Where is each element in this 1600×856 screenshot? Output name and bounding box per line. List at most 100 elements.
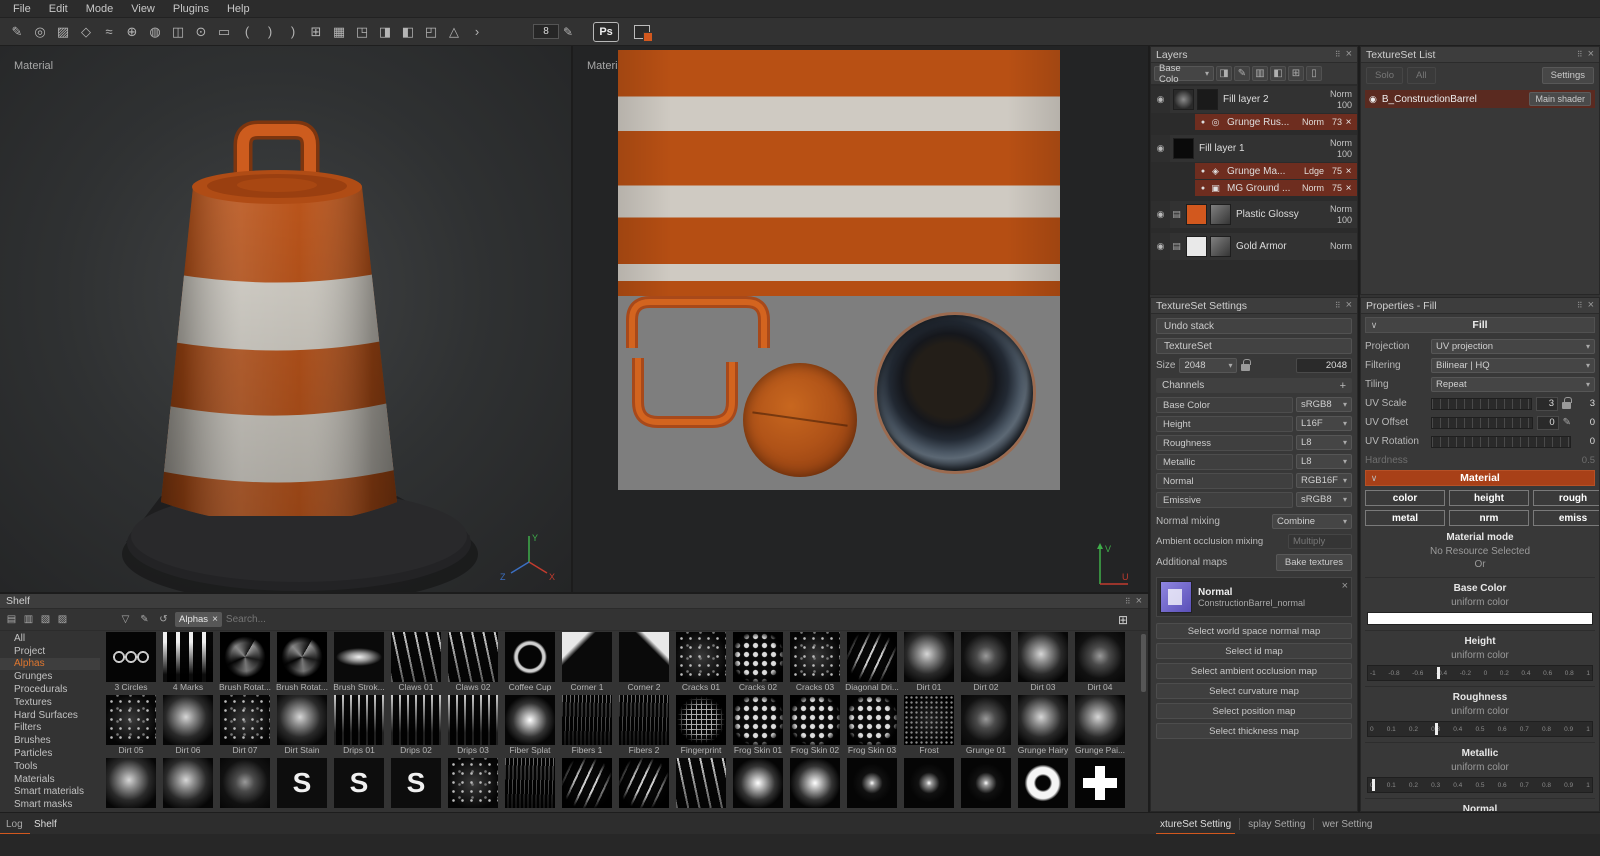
shelf-item[interactable] [161,758,215,812]
pencil-icon[interactable]: ✎ [563,25,573,39]
shelf-item[interactable] [731,758,785,812]
channel-toggle[interactable]: nrm [1449,510,1529,526]
pencil-icon[interactable]: ✎ [1563,417,1571,428]
folder-icon[interactable]: ▤ [1170,241,1183,252]
shelf-item[interactable] [389,758,443,812]
shelf-item[interactable] [218,758,272,812]
visibility-icon[interactable]: ◉ [1157,241,1165,252]
alpha-thumbnail[interactable] [106,695,156,745]
tab-display-settings[interactable]: splay Setting [1240,813,1313,835]
menu-item[interactable]: Plugins [164,1,218,17]
viewport-layout-icon[interactable]: ◰ [420,21,442,43]
shelf-category[interactable]: Filters [0,722,100,735]
bake-textures-button[interactable]: Bake textures [1276,554,1352,571]
select-map-button[interactable]: Select id map [1156,643,1352,659]
environment-icon[interactable]: △ [443,21,465,43]
textureset-header[interactable]: TextureSet [1156,338,1352,354]
settings-button[interactable]: Settings [1542,67,1594,84]
layer-row[interactable]: ◉ ▤ Plastic Glossy Norm100 [1151,201,1357,228]
layer-row[interactable]: ◉ Fill layer 1 Norm100 [1151,135,1357,162]
visibility-icon[interactable]: ◉ [1157,143,1165,154]
alpha-thumbnail[interactable] [163,758,213,808]
uv-offset-field[interactable]: 0 [1537,416,1559,430]
uv-canvas[interactable] [618,50,1060,490]
add-effect-icon[interactable]: ✎ [1234,66,1250,81]
alpha-thumbnail[interactable] [904,758,954,808]
tab-viewer-settings[interactable]: wer Setting [1314,813,1380,835]
alpha-thumbnail[interactable] [220,758,270,808]
channel-name-button[interactable]: Metallic [1156,454,1293,470]
slider-handle[interactable] [1372,779,1375,791]
shelf-item[interactable]: Dirt 03 [1016,632,1070,693]
alpha-thumbnail[interactable] [1075,632,1125,682]
shelf-item[interactable]: Coffee Cup [503,632,557,693]
solo-button[interactable]: Solo [1366,67,1403,84]
base-color-swatch[interactable] [1367,612,1593,625]
alpha-thumbnail[interactable] [676,695,726,745]
uv-checker-icon[interactable]: ▦ [328,21,350,43]
select-map-button[interactable]: Select world space normal map [1156,623,1352,639]
shelf-category[interactable]: Smart masks [0,798,100,811]
layer-thumbnail[interactable] [1186,236,1207,257]
blend-mode[interactable]: Norm [1330,241,1352,252]
shelf-category[interactable]: Project [0,645,100,658]
photoshop-export-button[interactable]: Ps [593,22,619,42]
alpha-thumbnail[interactable] [1018,758,1068,808]
shelf-category[interactable]: All [0,632,100,645]
menu-item[interactable]: Help [218,1,259,17]
shelf-item[interactable]: Dirt 01 [902,632,956,693]
close-icon[interactable]: × [1588,49,1594,60]
shelf-category[interactable]: Procedurals [0,683,100,696]
shelf-item[interactable] [560,758,614,812]
channel-format-dropdown[interactable]: L8▾ [1296,454,1352,469]
channel-toggle[interactable]: height [1449,490,1529,506]
blend-mode[interactable]: Ldge [1296,166,1324,176]
shelf-item[interactable]: Drips 03 [446,695,500,756]
visibility-icon[interactable]: ◉ [1157,94,1165,105]
panel-menu-icon[interactable]: ⠿ [1577,50,1583,59]
blend-mode[interactable]: Norm [1330,138,1352,149]
alpha-thumbnail[interactable] [562,695,612,745]
normal-map-card[interactable]: Normal ConstructionBarrel_normal × [1156,577,1352,617]
opacity-value[interactable]: 75 [1324,166,1342,176]
channel-format-dropdown[interactable]: sRGB8▾ [1296,492,1352,507]
panel-menu-icon[interactable]: ⠿ [1335,301,1341,310]
main-shader-button[interactable]: Main shader [1529,92,1591,106]
alpha-thumbnail[interactable] [391,758,441,808]
shelf-category[interactable]: Hard Surfaces [0,709,100,722]
smudge-icon[interactable]: ≈ [98,21,120,43]
channel-format-dropdown[interactable]: L16F▾ [1296,416,1352,431]
more-icon[interactable]: › [466,21,488,43]
shelf-item[interactable]: Diagonal Dri... [845,632,899,693]
fill-section-header[interactable]: ∨ Fill [1365,317,1595,333]
mask-effect-row[interactable]: ● ◈ Grunge Ma... Ldge 75 × [1195,163,1357,179]
normal-mixing-dropdown[interactable]: Combine▾ [1272,514,1352,529]
undo-icon[interactable]: ↺ [156,612,171,627]
remove-effect-icon[interactable]: × [1342,183,1355,194]
height-slider[interactable]: -1-0.8-0.6-0.4-0.200.20.40.60.81 [1367,665,1593,681]
shelf-item[interactable]: Dirt 04 [1073,632,1127,693]
uv-scale-slider[interactable] [1431,398,1532,410]
brush-size-field[interactable]: 8 [533,24,559,39]
shelf-item[interactable] [503,758,557,812]
shelf-item[interactable] [845,758,899,812]
shelf-item[interactable]: Grunge Pai... [1073,695,1127,756]
channel-format-dropdown[interactable]: RGB16F▾ [1296,473,1352,488]
alpha-thumbnail[interactable] [847,758,897,808]
channel-toggle[interactable]: color [1365,490,1445,506]
shelf-item[interactable] [902,758,956,812]
panel-menu-icon[interactable]: ⠿ [1125,597,1131,606]
uv-scale-y-field[interactable]: 3 [1575,398,1595,409]
perspective-icon[interactable]: ◧ [397,21,419,43]
shelf-pages-icon[interactable]: ▤ [4,612,19,627]
viewport-3d[interactable]: Material Y X Z [0,46,571,592]
remove-map-icon[interactable]: × [1342,581,1348,592]
shelf-item[interactable]: Brush Rotat... [275,632,329,693]
path-open-icon[interactable]: ( [236,21,258,43]
alpha-thumbnail[interactable] [505,758,555,808]
opacity-value[interactable]: 100 [1337,215,1352,226]
channel-toggle[interactable]: rough [1533,490,1600,506]
alpha-thumbnail[interactable] [505,632,555,682]
add-layer-icon[interactable]: ⊞ [1288,66,1304,81]
shelf-item[interactable]: 4 Marks [161,632,215,693]
